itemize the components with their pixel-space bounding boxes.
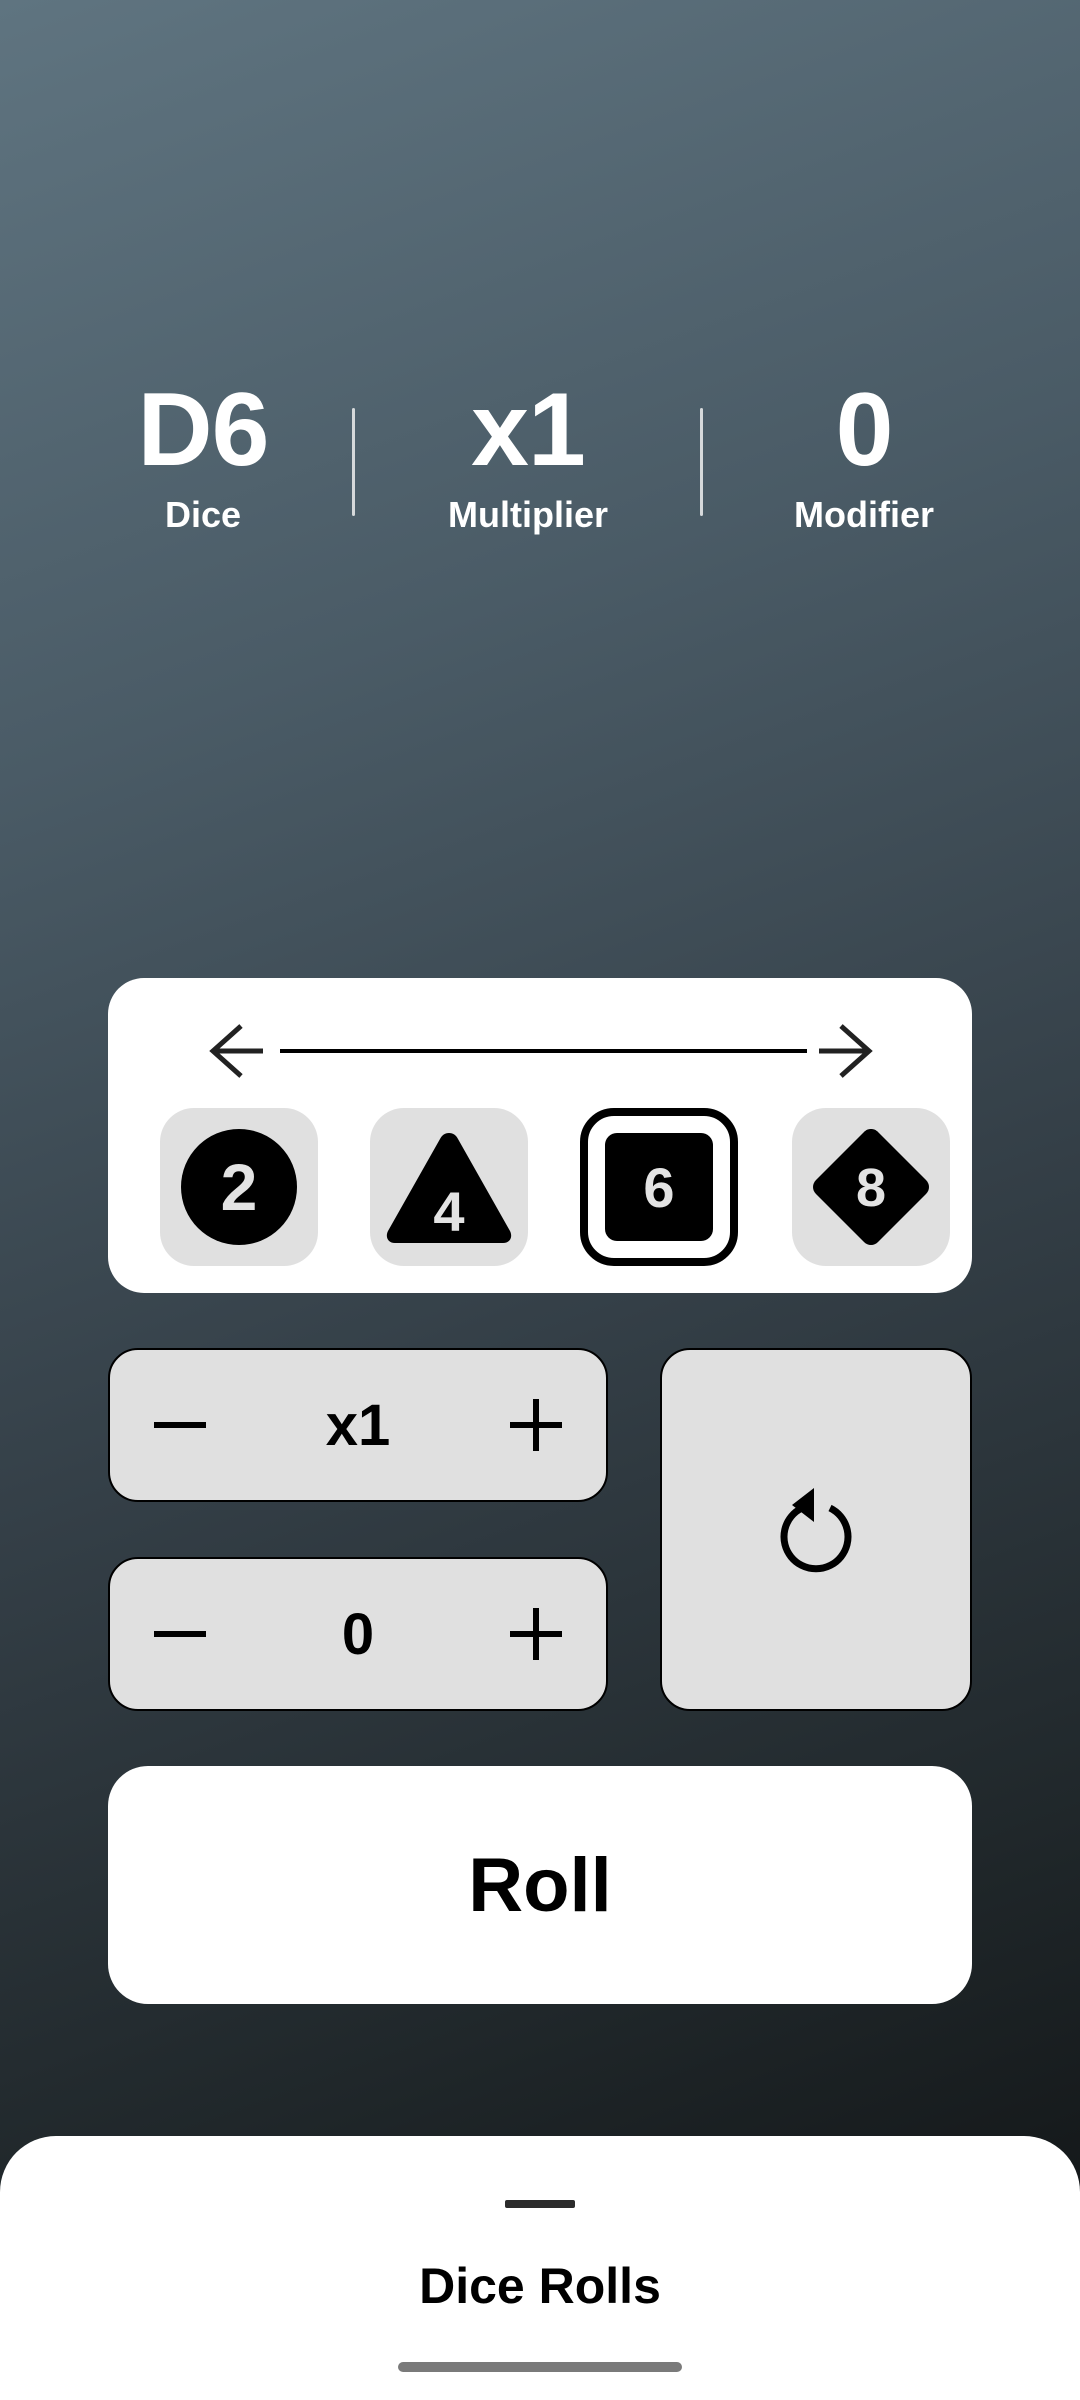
modifier-stepper-value: 0 xyxy=(341,1601,375,1667)
sheet-drag-handle[interactable] xyxy=(505,2200,575,2208)
die-number: 8 xyxy=(856,1158,886,1218)
modifier-stepper: 0 xyxy=(108,1557,608,1711)
tetrahedron-icon: 4 xyxy=(386,1133,512,1243)
cube-icon: 6 xyxy=(605,1133,713,1241)
multiplier-stepper-value: x1 xyxy=(325,1392,391,1458)
reset-button[interactable] xyxy=(660,1348,972,1711)
modifier-increment-button[interactable] xyxy=(466,1559,606,1709)
die-number: 2 xyxy=(221,1150,258,1224)
dice-options: 2 4 6 8 xyxy=(160,1108,950,1268)
plus-icon xyxy=(510,1608,562,1660)
dice-stat: D6 Dice xyxy=(73,370,333,540)
sheet-title: Dice Rolls xyxy=(419,2258,661,2314)
dice-rolls-sheet[interactable]: Dice Rolls xyxy=(0,2136,1080,2400)
multiplier-stat: x1 Multiplier xyxy=(398,370,658,540)
scroll-arrows-icon xyxy=(209,1024,873,1078)
die-option-d6[interactable]: 6 xyxy=(580,1108,738,1266)
minus-icon xyxy=(154,1631,206,1637)
modifier-value: 0 xyxy=(835,372,894,488)
roll-summary: D6 Dice x1 Multiplier 0 Modifier xyxy=(0,370,1080,570)
multiplier-increment-button[interactable] xyxy=(466,1350,606,1500)
plus-icon xyxy=(510,1399,562,1451)
modifier-stat: 0 Modifier xyxy=(734,370,994,540)
minus-icon xyxy=(154,1422,206,1428)
stat-divider xyxy=(352,408,355,516)
dice-label: Dice xyxy=(164,494,242,535)
modifier-label: Modifier xyxy=(794,494,934,535)
home-indicator[interactable] xyxy=(398,2362,682,2372)
modifier-decrement-button[interactable] xyxy=(110,1559,250,1709)
die-number: 6 xyxy=(643,1156,674,1219)
reset-icon xyxy=(780,1487,852,1572)
multiplier-stepper: x1 xyxy=(108,1348,608,1502)
multiplier-value: x1 xyxy=(471,372,586,488)
coin-icon: 2 xyxy=(181,1129,297,1245)
die-number: 4 xyxy=(433,1180,464,1243)
stat-divider xyxy=(700,408,703,516)
octahedron-icon: 8 xyxy=(813,1129,929,1245)
multiplier-decrement-button[interactable] xyxy=(110,1350,250,1500)
dice-picker-card: 2 4 6 8 xyxy=(108,978,972,1293)
die-option-d4[interactable]: 4 xyxy=(370,1108,528,1266)
die-option-d2[interactable]: 2 xyxy=(160,1108,318,1266)
die-option-d8[interactable]: 8 xyxy=(792,1108,950,1266)
dice-value: D6 xyxy=(137,372,270,488)
multiplier-label: Multiplier xyxy=(448,494,608,535)
roll-button[interactable]: Roll xyxy=(108,1766,972,2004)
